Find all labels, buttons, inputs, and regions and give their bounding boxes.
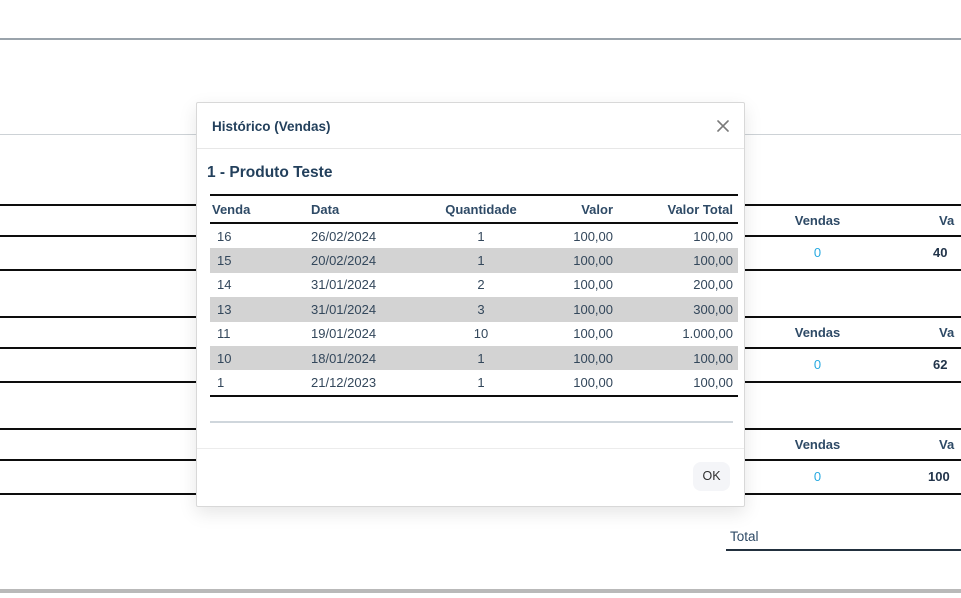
table-row[interactable]: 1431/01/20242100,00200,00 <box>210 273 738 297</box>
valor-column-header: Va <box>939 318 954 347</box>
table-cell: 100,00 <box>531 297 613 321</box>
table-cell: 100,00 <box>531 346 613 370</box>
vendas-column-header: Vendas <box>745 318 890 347</box>
table-cell: 15 <box>210 248 311 272</box>
table-row[interactable]: 1626/02/20241100,00100,00 <box>210 223 738 248</box>
table-cell: 300,00 <box>613 297 738 321</box>
column-header: Quantidade <box>431 195 531 223</box>
ok-button[interactable]: OK <box>693 462 730 491</box>
column-header: Venda <box>210 195 311 223</box>
valor-column-header: Va <box>939 206 954 235</box>
column-header: Valor <box>531 195 613 223</box>
table-cell: 21/12/2023 <box>311 370 431 395</box>
table-row[interactable]: 1018/01/20241100,00100,00 <box>210 346 738 370</box>
sales-history-table-head-row: VendaDataQuantidadeValorValor Total <box>210 195 738 223</box>
table-cell: 100,00 <box>613 346 738 370</box>
table-cell: 1 <box>431 346 531 370</box>
table-footer-divider <box>210 421 733 423</box>
table-cell: 18/01/2024 <box>311 346 431 370</box>
valor-amount: 62 <box>933 349 947 381</box>
valor-amount: 40 <box>933 237 947 269</box>
table-row[interactable]: 1520/02/20241100,00100,00 <box>210 248 738 272</box>
vendas-column-header: Vendas <box>745 430 890 459</box>
table-cell: 10 <box>431 322 531 346</box>
table-row[interactable]: 121/12/20231100,00100,00 <box>210 370 738 395</box>
total-row-divider <box>726 549 961 551</box>
historico-vendas-dialog: Histórico (Vendas) 1 - Produto Teste Ven… <box>196 102 745 507</box>
table-cell: 3 <box>431 297 531 321</box>
table-row[interactable]: 1119/01/202410100,001.000,00 <box>210 322 738 346</box>
column-header: Valor Total <box>613 195 738 223</box>
table-cell: 10 <box>210 346 311 370</box>
column-header: Data <box>311 195 431 223</box>
dialog-title: Histórico (Vendas) <box>212 119 331 135</box>
table-cell: 1 <box>431 248 531 272</box>
table-cell: 16 <box>210 223 311 248</box>
valor-column-header: Va <box>939 430 954 459</box>
sales-history-table: VendaDataQuantidadeValorValor Total 1626… <box>210 194 738 397</box>
table-cell: 100,00 <box>613 370 738 395</box>
table-cell: 200,00 <box>613 273 738 297</box>
table-cell: 1 <box>431 370 531 395</box>
product-name: 1 - Produto Teste <box>207 164 332 182</box>
table-cell: 20/02/2024 <box>311 248 431 272</box>
table-cell: 1 <box>431 223 531 248</box>
table-row[interactable]: 1331/01/20243100,00300,00 <box>210 297 738 321</box>
vendas-count-link[interactable]: 0 <box>745 349 890 381</box>
table-cell: 1.000,00 <box>613 322 738 346</box>
close-icon[interactable] <box>713 116 733 136</box>
total-label: Total <box>730 529 759 545</box>
table-cell: 1 <box>210 370 311 395</box>
vendas-column-header: Vendas <box>745 206 890 235</box>
table-cell: 100,00 <box>531 223 613 248</box>
table-cell: 19/01/2024 <box>311 322 431 346</box>
table-cell: 11 <box>210 322 311 346</box>
close-x-glyph <box>714 117 732 135</box>
table-cell: 2 <box>431 273 531 297</box>
table-cell: 100,00 <box>613 223 738 248</box>
valor-amount: 100 <box>928 461 950 493</box>
page-top-divider <box>0 38 961 40</box>
table-cell: 100,00 <box>613 248 738 272</box>
dialog-footer-divider <box>197 448 744 449</box>
page-bottom-divider <box>0 589 961 593</box>
table-cell: 100,00 <box>531 248 613 272</box>
table-cell: 100,00 <box>531 322 613 346</box>
table-cell: 13 <box>210 297 311 321</box>
table-cell: 31/01/2024 <box>311 273 431 297</box>
table-cell: 100,00 <box>531 370 613 395</box>
sales-history-table-body: 1626/02/20241100,00100,001520/02/2024110… <box>210 223 738 396</box>
table-cell: 26/02/2024 <box>311 223 431 248</box>
table-cell: 14 <box>210 273 311 297</box>
vendas-count-link[interactable]: 0 <box>745 237 890 269</box>
vendas-count-link[interactable]: 0 <box>745 461 890 493</box>
table-cell: 31/01/2024 <box>311 297 431 321</box>
dialog-header-divider <box>197 148 744 149</box>
table-cell: 100,00 <box>531 273 613 297</box>
